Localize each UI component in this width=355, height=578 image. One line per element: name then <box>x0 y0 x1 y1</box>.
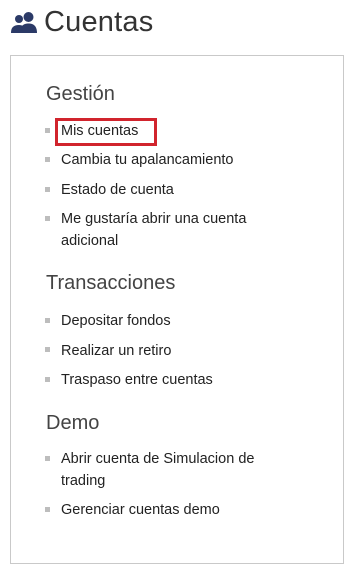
section-title-transacciones: Transacciones <box>46 272 176 294</box>
highlight-box <box>55 118 157 146</box>
menu-item-gerenciar-cuentas-demo[interactable]: Gerenciar cuentas demo <box>61 499 301 521</box>
bullet <box>45 507 50 512</box>
bullet <box>45 456 50 461</box>
bullet <box>45 377 50 382</box>
menu-item-abrir-cuenta-adicional[interactable]: Me gustaría abrir una cuenta adicional <box>61 208 301 252</box>
section-title-demo: Demo <box>46 412 100 434</box>
bullet <box>45 187 50 192</box>
accounts-menu-panel: Gestión Mis cuentas Cambia tu apalancami… <box>10 55 344 564</box>
menu-item-realizar-retiro[interactable]: Realizar un retiro <box>61 340 301 362</box>
section-title-gestion: Gestión <box>46 83 115 105</box>
bullet <box>45 157 50 162</box>
menu-item-cambia-apalancamiento[interactable]: Cambia tu apalancamiento <box>61 149 301 171</box>
users-icon <box>11 12 37 33</box>
bullet <box>45 128 50 133</box>
page-title: Cuentas <box>44 5 154 38</box>
bullet <box>45 216 50 221</box>
bullet <box>45 318 50 323</box>
menu-item-traspaso-cuentas[interactable]: Traspaso entre cuentas <box>61 369 301 391</box>
page-header: Cuentas <box>10 3 153 41</box>
menu-item-abrir-cuenta-simulacion[interactable]: Abrir cuenta de Simulacion de trading <box>61 448 301 492</box>
bullet <box>45 347 50 352</box>
menu-item-depositar-fondos[interactable]: Depositar fondos <box>61 310 301 332</box>
menu-item-estado-de-cuenta[interactable]: Estado de cuenta <box>61 179 301 201</box>
